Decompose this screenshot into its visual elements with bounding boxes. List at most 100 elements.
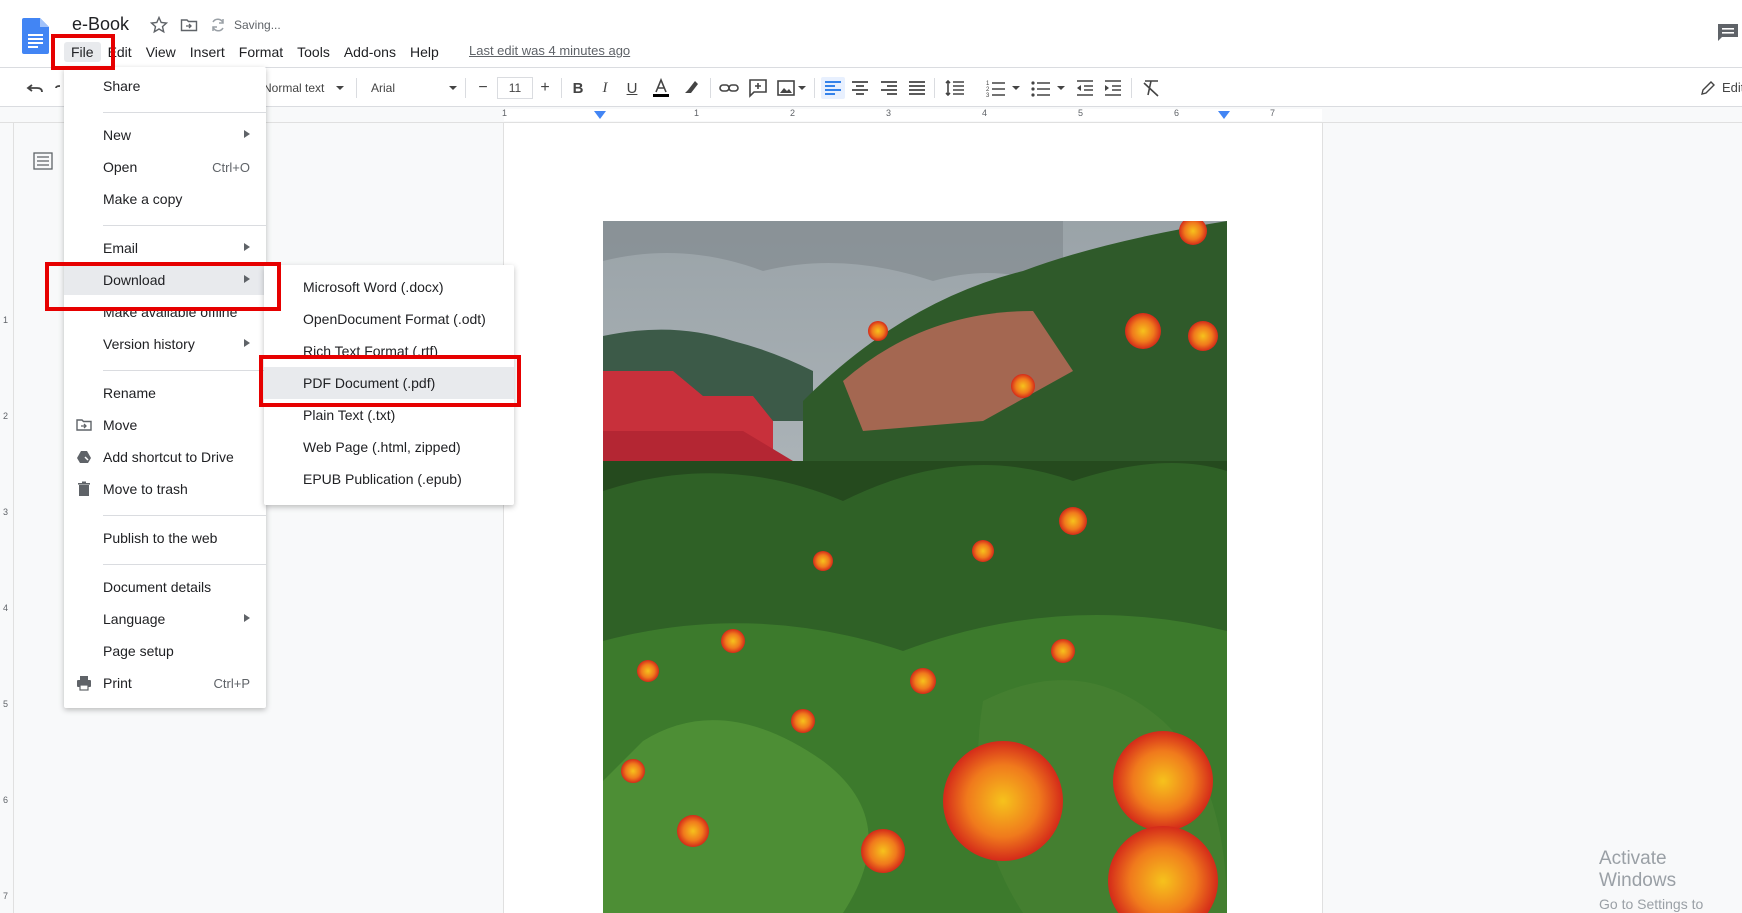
watermark-line1: Activate Windows: [1599, 848, 1677, 891]
download-docx[interactable]: Microsoft Word (.docx): [264, 271, 514, 303]
menu-item-open[interactable]: Open Ctrl+O: [64, 152, 266, 182]
menu-item-label: Add shortcut to Drive: [103, 449, 234, 465]
watermark-line2: Go to Settings to activate Windows.: [1599, 896, 1712, 913]
font-dropdown[interactable]: Arial: [371, 77, 441, 99]
clear-formatting-icon[interactable]: [1140, 77, 1162, 99]
shortcut-label: Ctrl+P: [213, 676, 250, 691]
ruler-number: 5: [1078, 108, 1084, 118]
document-outline-icon[interactable]: [33, 152, 53, 170]
line-spacing-icon[interactable]: [944, 77, 966, 99]
justify-icon[interactable]: [906, 77, 928, 99]
chevron-down-icon[interactable]: [1011, 77, 1021, 99]
chevron-down-icon[interactable]: [448, 77, 458, 99]
undo-icon[interactable]: [24, 77, 46, 99]
text-color-icon[interactable]: [650, 77, 672, 99]
align-center-icon[interactable]: [849, 77, 871, 99]
link-icon[interactable]: [718, 77, 740, 99]
menu-item-publish[interactable]: Publish to the web: [64, 523, 266, 553]
menu-item-label: New: [103, 127, 132, 143]
font-size-input[interactable]: 11: [497, 77, 533, 99]
comment-history-icon[interactable]: [1716, 22, 1740, 42]
menu-addons[interactable]: Add-ons: [337, 42, 403, 62]
ruler-number: 1: [694, 108, 700, 118]
menu-item-label: Microsoft Word (.docx): [303, 279, 444, 295]
add-comment-icon[interactable]: [747, 77, 769, 99]
increase-indent-icon[interactable]: [1102, 77, 1124, 99]
menu-item-new[interactable]: New: [64, 120, 266, 150]
menu-item-add-shortcut[interactable]: Add shortcut to Drive: [64, 442, 266, 472]
decrease-indent-icon[interactable]: [1074, 77, 1096, 99]
menu-item-label: OpenDocument Format (.odt): [303, 311, 486, 327]
menu-item-rename[interactable]: Rename: [64, 378, 266, 408]
drive-shortcut-icon: [77, 451, 91, 463]
menu-item-details[interactable]: Document details: [64, 572, 266, 602]
menu-insert[interactable]: Insert: [183, 42, 232, 62]
svg-text:3: 3: [986, 93, 990, 99]
menu-format[interactable]: Format: [232, 42, 290, 62]
menu-item-label: Move: [103, 417, 138, 433]
star-icon[interactable]: [150, 16, 168, 34]
chevron-down-icon[interactable]: [1056, 77, 1066, 99]
ruler-number: 4: [982, 108, 988, 118]
menu-item-label: Share: [103, 78, 141, 94]
submenu-arrow-icon: [244, 339, 250, 347]
docs-app: e-Book Saving... File Edit View Insert F…: [0, 0, 1742, 913]
submenu-arrow-icon: [244, 243, 250, 251]
menu-item-page-setup[interactable]: Page setup: [64, 636, 266, 666]
menu-item-email[interactable]: Email: [64, 233, 266, 263]
highlight-color-icon[interactable]: [680, 77, 702, 99]
download-html[interactable]: Web Page (.html, zipped): [264, 431, 514, 463]
chevron-down-icon[interactable]: [335, 77, 345, 99]
document-photo[interactable]: [603, 221, 1227, 913]
redo-icon[interactable]: [52, 77, 64, 99]
menu-item-label: Open: [103, 159, 138, 175]
ruler-number: 2: [790, 108, 796, 118]
pencil-icon[interactable]: [1700, 80, 1716, 96]
menu-help[interactable]: Help: [403, 42, 446, 62]
font-size-increase-button[interactable]: +: [535, 77, 555, 99]
download-epub[interactable]: EPUB Publication (.epub): [264, 463, 514, 495]
italic-button[interactable]: I: [594, 77, 616, 99]
menu-tools[interactable]: Tools: [290, 42, 337, 62]
submenu-arrow-icon: [244, 614, 250, 622]
bulleted-list-icon[interactable]: [1030, 77, 1052, 99]
menu-view[interactable]: View: [139, 42, 183, 62]
move-folder-icon: [76, 419, 92, 431]
menu-item-share[interactable]: Share: [64, 71, 266, 101]
font-size-decrease-button[interactable]: −: [473, 77, 493, 99]
shortcut-label: Ctrl+O: [212, 160, 250, 175]
ruler-number: 7: [1270, 108, 1276, 118]
menu-item-label: Plain Text (.txt): [303, 407, 396, 423]
menu-item-label: Language: [103, 611, 166, 627]
windows-activation-watermark: Activate Windows Go to Settings to activ…: [1599, 848, 1742, 913]
trash-icon: [78, 481, 90, 496]
bold-button[interactable]: B: [567, 77, 589, 99]
docs-logo-icon[interactable]: [22, 18, 49, 54]
align-right-icon[interactable]: [878, 77, 900, 99]
underline-button[interactable]: U: [621, 77, 643, 99]
highlight-pdf-option: [259, 355, 521, 407]
right-indent-marker[interactable]: [1218, 111, 1230, 119]
last-edit-link[interactable]: Last edit was 4 minutes ago: [469, 43, 630, 58]
left-indent-marker[interactable]: [594, 111, 606, 119]
menu-item-make-copy[interactable]: Make a copy: [64, 184, 266, 214]
menu-item-version-history[interactable]: Version history: [64, 329, 266, 359]
style-dropdown[interactable]: Normal text: [263, 77, 339, 99]
menubar: File Edit View Insert Format Tools Add-o…: [64, 40, 446, 64]
vertical-ruler: 1 2 3 4 5 6 7: [0, 123, 14, 913]
editing-mode-button[interactable]: Editing: [1722, 80, 1742, 95]
align-left-icon[interactable]: [821, 77, 845, 99]
menu-item-move[interactable]: Move: [64, 410, 266, 440]
menu-item-trash[interactable]: Move to trash: [64, 474, 266, 504]
menu-item-label: Version history: [103, 336, 195, 352]
download-odt[interactable]: OpenDocument Format (.odt): [264, 303, 514, 335]
ruler-number: 3: [886, 108, 892, 118]
menu-item-language[interactable]: Language: [64, 604, 266, 634]
document-title[interactable]: e-Book: [72, 14, 129, 35]
numbered-list-icon[interactable]: 1 2 3: [985, 77, 1007, 99]
menu-item-print[interactable]: Print Ctrl+P: [64, 668, 266, 698]
move-folder-icon[interactable]: [180, 16, 198, 34]
menu-item-label: EPUB Publication (.epub): [303, 471, 462, 487]
chevron-down-icon[interactable]: [797, 77, 807, 99]
insert-image-icon[interactable]: [775, 77, 797, 99]
